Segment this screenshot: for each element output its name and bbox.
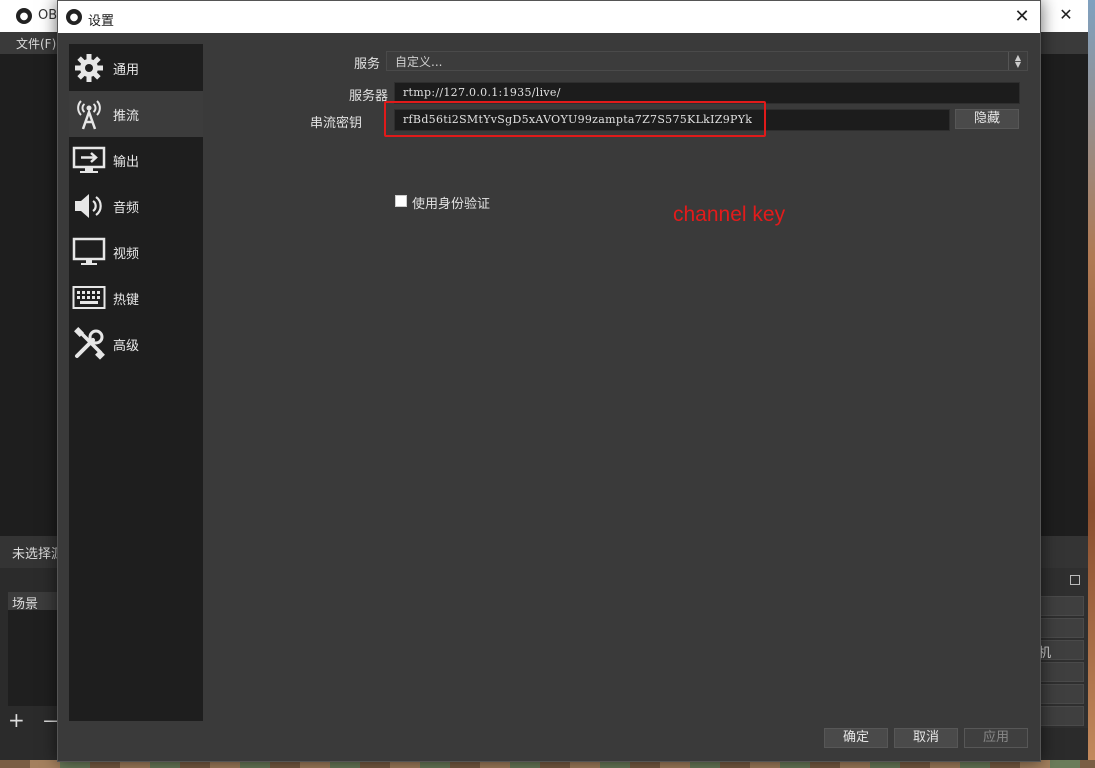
apply-button[interactable]: 应用 bbox=[964, 728, 1028, 748]
sidebar-item-label: 推流 bbox=[113, 108, 140, 124]
sidebar-item-hotkeys[interactable]: 热键 bbox=[69, 275, 203, 321]
dialog-title: 设置 bbox=[88, 14, 115, 29]
sidebar-item-general[interactable]: 通用 bbox=[69, 45, 203, 91]
sidebar-item-label: 高级 bbox=[113, 338, 140, 354]
sidebar-item-advanced[interactable]: 高级 bbox=[69, 321, 203, 367]
annotation-text: channel key bbox=[673, 203, 786, 226]
speaker-icon bbox=[71, 188, 107, 224]
controls-button[interactable] bbox=[1040, 706, 1084, 726]
stream-key-label: 串流密钥 bbox=[310, 116, 363, 131]
annotation-highlight-box bbox=[384, 101, 766, 137]
service-select[interactable]: 自定义... ▲ ▼ bbox=[386, 51, 1028, 71]
settings-sidebar: 通用 推流 输出 音频 视频 热键 高级 bbox=[69, 44, 203, 721]
auth-checkbox-label: 使用身份验证 bbox=[412, 197, 491, 212]
gear-icon bbox=[71, 50, 107, 86]
main-close-icon[interactable]: ✕ bbox=[1052, 4, 1080, 26]
menu-file[interactable]: 文件(F) bbox=[16, 35, 56, 52]
controls-button[interactable] bbox=[1040, 662, 1084, 682]
sidebar-item-label: 音频 bbox=[113, 200, 140, 216]
keyboard-icon bbox=[71, 280, 107, 316]
sidebar-item-video[interactable]: 视频 bbox=[69, 229, 203, 275]
obs-logo-icon: ● bbox=[16, 8, 32, 24]
controls-button[interactable] bbox=[1040, 618, 1084, 638]
sidebar-item-stream[interactable]: 推流 bbox=[69, 91, 203, 137]
hide-key-button[interactable]: 隐藏 bbox=[955, 109, 1019, 129]
tools-icon bbox=[71, 326, 107, 362]
server-label: 服务器 bbox=[348, 89, 388, 104]
service-value: 自定义... bbox=[395, 55, 443, 69]
output-icon bbox=[71, 142, 107, 178]
sidebar-item-label: 视频 bbox=[113, 246, 140, 262]
desktop-wallpaper-edge bbox=[1088, 0, 1095, 768]
obs-logo-icon: ● bbox=[66, 9, 82, 25]
obs-main-title: OB bbox=[38, 8, 58, 23]
sidebar-item-audio[interactable]: 音频 bbox=[69, 183, 203, 229]
server-input-value: rtmp://127.0.0.1:1935/live/ bbox=[403, 86, 561, 99]
service-label: 服务 bbox=[353, 57, 380, 72]
chevron-updown-icon: ▲ ▼ bbox=[1008, 52, 1027, 70]
close-icon[interactable]: ✕ bbox=[1008, 5, 1036, 29]
sidebar-item-output[interactable]: 输出 bbox=[69, 137, 203, 183]
sidebar-item-label: 通用 bbox=[113, 62, 140, 78]
monitor-icon bbox=[71, 234, 107, 270]
auth-checkbox[interactable] bbox=[395, 195, 407, 207]
broadcast-icon bbox=[71, 96, 107, 132]
controls-button[interactable] bbox=[1040, 596, 1084, 616]
ok-button[interactable]: 确定 bbox=[824, 728, 888, 748]
sidebar-item-label: 热键 bbox=[113, 292, 140, 308]
dialog-titlebar bbox=[58, 1, 1040, 33]
sidebar-item-label: 输出 bbox=[113, 154, 140, 170]
cancel-button[interactable]: 取消 bbox=[894, 728, 958, 748]
dialog-body bbox=[58, 33, 1040, 761]
controls-button[interactable] bbox=[1040, 684, 1084, 704]
dock-float-icon[interactable] bbox=[1070, 575, 1080, 585]
